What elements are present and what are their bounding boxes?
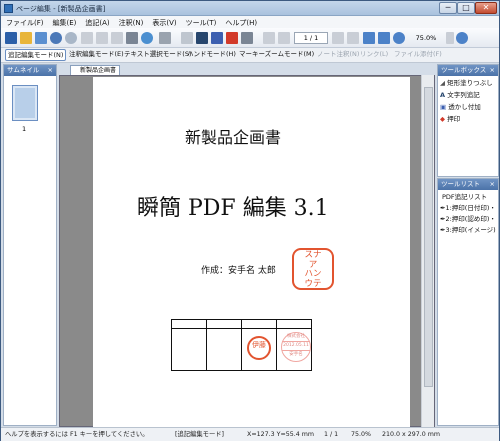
square-name-stamp: スナアハン ウテ <box>292 248 334 290</box>
status-size: 210.0 x 297.0 mm <box>382 431 441 438</box>
paste-icon[interactable] <box>111 32 123 44</box>
status-zoom: 75.0% <box>351 431 372 438</box>
close-button[interactable]: ✕ <box>475 2 497 14</box>
zoom-out-icon[interactable] <box>393 32 405 44</box>
page-thumbnail[interactable] <box>12 85 38 121</box>
toolbox-close-icon[interactable]: × <box>490 65 495 76</box>
status-page: 1 / 1 <box>324 431 339 438</box>
mode-toolbar: 追記編集モード(N) 注釈編集モード(E) テキスト選択モード(S) ハンドモー… <box>1 48 499 63</box>
previous-page-icon[interactable] <box>278 32 290 44</box>
thumbnail-close-icon[interactable]: × <box>48 65 53 76</box>
toollist-item[interactable]: ✒3:押印(イメージ) <box>440 224 496 234</box>
mode-text-select[interactable]: テキスト選択モード(S) <box>122 49 194 61</box>
main-toolbar: 1 / 1 75.0% <box>1 28 499 48</box>
status-coords: X=127.3 Y=55.4 mm <box>247 431 315 438</box>
rectangle-tool-icon[interactable] <box>159 32 171 44</box>
menu-file[interactable]: ファイル(F) <box>1 16 48 28</box>
document-tab[interactable]: 新製品企画書 <box>70 65 120 75</box>
pdf-page[interactable]: 新製品企画書 瞬簡 PDF 編集 3.1 作成：安手名 太郎 スナアハン ウテ <box>93 77 410 427</box>
toolbox-header: ツールボックス <box>441 66 487 74</box>
zoom-level[interactable]: 75.0% <box>408 32 444 44</box>
menu-bar: ファイル(F) 編集(E) 追記(A) 注釈(N) 表示(V) ツール(T) ヘルプ(H) <box>1 16 499 28</box>
mode-annotation-edit[interactable]: 注釈編集モード(E) <box>67 49 126 61</box>
cut-icon[interactable] <box>81 32 93 44</box>
text-tool-icon[interactable] <box>196 32 208 44</box>
first-page-icon[interactable] <box>263 32 275 44</box>
application-window: ページ編集 - [新製品企画書] ─ □ ✕ ファイル(F) 編集(E) 追記(A)… <box>0 0 500 441</box>
watermark-icon[interactable] <box>211 32 223 44</box>
maximize-button[interactable]: □ <box>457 2 475 14</box>
highlighter-icon[interactable] <box>181 32 193 44</box>
eraser-icon[interactable] <box>241 32 253 44</box>
product-name: 瞬簡 PDF 編集 3.1 <box>137 196 329 221</box>
author-line: 作成：安手名 太郎 <box>201 266 276 276</box>
redo-icon[interactable] <box>65 32 77 44</box>
tool-rect-fill[interactable]: ◢ 矩形塗りつぶし <box>440 77 493 87</box>
mode-append-edit[interactable]: 追記編集モード(N) <box>5 49 67 61</box>
minimize-button[interactable]: ─ <box>439 2 457 14</box>
thumbnail-header: サムネイル <box>7 66 40 74</box>
copy-icon[interactable] <box>96 32 108 44</box>
stamp-icon[interactable] <box>226 32 238 44</box>
round-seal-stamp: 伊藤 <box>247 336 271 360</box>
document-title: 新製品企画書 <box>185 128 282 147</box>
toollist-title: PDF追記リスト <box>442 193 488 201</box>
thumbnail-panel: サムネイル × 1 <box>3 64 57 426</box>
tool-watermark[interactable]: ▣ 透かし付加 <box>440 101 481 111</box>
menu-edit[interactable]: 編集(E) <box>48 16 81 28</box>
fit-page-icon[interactable] <box>363 32 375 44</box>
menu-append[interactable]: 追記(A) <box>80 16 113 28</box>
status-help: ヘルプを表示するには F1 キーを押してください。 <box>5 431 149 438</box>
date-stamp: 株式会社 2012.05.11 安手名 <box>281 332 311 362</box>
menu-view[interactable]: 表示(V) <box>147 16 180 28</box>
last-page-icon[interactable] <box>347 32 359 44</box>
toollist-item[interactable]: ✒1:押印(日付印)・ <box>440 202 496 212</box>
menu-help[interactable]: ヘルプ(H) <box>220 16 261 28</box>
app-icon <box>4 4 13 13</box>
delete-icon[interactable] <box>126 32 138 44</box>
tool-stamp[interactable]: ◆ 押印 <box>440 113 460 123</box>
mode-file-attach: ファイル添付(F) <box>394 50 442 58</box>
thumbnail-page-number: 1 <box>22 125 27 133</box>
mode-hand[interactable]: ハンドモード(H) <box>185 49 238 61</box>
vertical-scrollbar[interactable] <box>421 75 434 427</box>
open-folder-icon[interactable] <box>20 32 32 44</box>
save-icon[interactable] <box>5 32 17 44</box>
search-icon[interactable] <box>141 32 153 44</box>
menu-tools[interactable]: ツール(T) <box>181 16 221 28</box>
status-bar: ヘルプを表示するには F1 キーを押してください。 [追記編集モード] X=12… <box>1 427 499 441</box>
watermark-icon: ▣ <box>440 103 449 111</box>
window-title: ページ編集 - [新製品企画書] <box>16 5 106 13</box>
tool-text-append[interactable]: A 文字列追記 <box>440 89 480 99</box>
status-mode: [追記編集モード] <box>175 431 224 438</box>
mode-note-annotation: ノート注釈(N) <box>317 50 360 58</box>
mode-marquee-zoom[interactable]: マーキーズームモード(M) <box>237 49 316 61</box>
zoom-dropdown-icon[interactable] <box>446 32 454 44</box>
toollist-item[interactable]: ✒2:押印(認め印)・ <box>440 213 496 223</box>
mode-link: リンク(L) <box>360 50 389 58</box>
page-indicator[interactable]: 1 / 1 <box>294 32 328 44</box>
export-icon[interactable] <box>35 32 47 44</box>
undo-icon[interactable] <box>50 32 62 44</box>
menu-annotation[interactable]: 注釈(N) <box>114 16 148 28</box>
fit-width-icon[interactable] <box>378 32 390 44</box>
title-bar: ページ編集 - [新製品企画書] ─ □ ✕ <box>1 1 499 16</box>
next-page-icon[interactable] <box>332 32 344 44</box>
toollist-header: ツールリスト <box>441 180 480 188</box>
toollist-close-icon[interactable]: × <box>490 179 495 190</box>
zoom-in-icon[interactable] <box>456 32 468 44</box>
